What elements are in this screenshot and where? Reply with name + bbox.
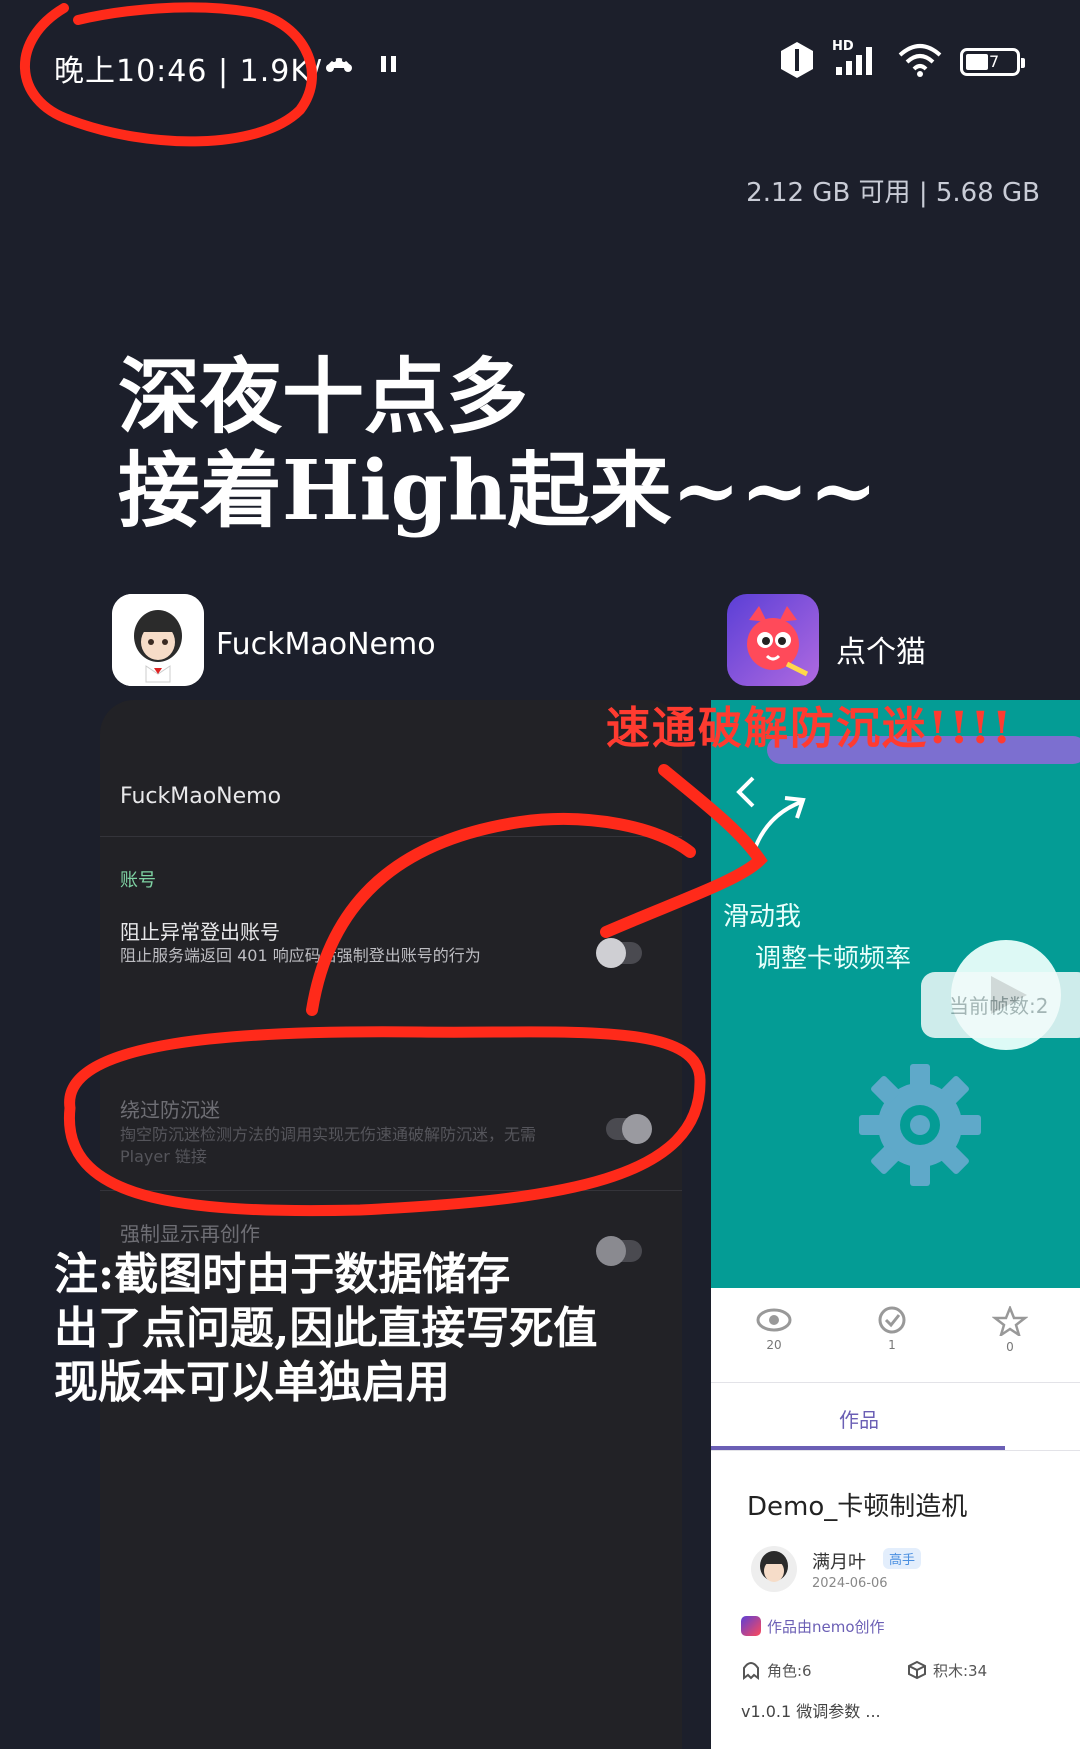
author-level-badge: 高手	[883, 1548, 922, 1569]
favorites-stat[interactable]: 0	[985, 1304, 1035, 1354]
game-preview-area[interactable]: 滑动我 调整卡顿频率 当前帧数:2	[711, 700, 1080, 1288]
pause-icon	[380, 54, 398, 78]
section-account-header: 账号	[120, 870, 156, 891]
views-stat[interactable]: 20	[749, 1306, 799, 1352]
hint-line-2: 调整卡顿频率	[755, 944, 912, 974]
tab-works[interactable]: 作品	[839, 1404, 879, 1433]
status-icons: HD 7	[780, 39, 1025, 83]
fuckmaonemo-app-icon[interactable]	[112, 594, 204, 686]
bypass-antiaddiction-title: 绕过防沉迷	[120, 1098, 220, 1122]
fuckmaonemo-task-card[interactable]: FuckMaoNemo 账号 阻止异常登出账号 阻止服务端返回 401 响应码后…	[100, 700, 682, 1749]
note-line-3: 现版本可以单独启用	[54, 1357, 450, 1408]
divider	[711, 1382, 1080, 1383]
diangemao-app-name: 点个猫	[836, 635, 926, 670]
signal-icon: HD	[832, 39, 880, 81]
settings-title: FuckMaoNemo	[120, 784, 282, 809]
created-by-nemo: 作品由nemo创作	[767, 1618, 885, 1636]
fps-bubble: 当前帧数:2	[921, 972, 1080, 1038]
block-logout-desc: 阻止服务端返回 401 响应码后强制登出账号的行为	[120, 946, 481, 965]
divider	[100, 1190, 682, 1191]
blocks-count: 积木:34	[933, 1662, 988, 1680]
annotation-note: 注:截图时由于数据储存 出了点问题,因此直接写死值 现版本可以单独启用	[54, 1248, 597, 1410]
annotation-title: 速通破解防沉迷!!!!	[606, 703, 1014, 754]
divider	[711, 1450, 1080, 1451]
shield-icon	[780, 41, 814, 83]
notification-icon	[322, 48, 356, 78]
wifi-icon	[898, 43, 942, 81]
roles-icon	[741, 1660, 761, 1684]
version-note: v1.0.1 微调参数 ...	[741, 1702, 881, 1721]
nemo-icon	[741, 1616, 761, 1636]
roles-count: 角色:6	[767, 1662, 812, 1680]
bypass-antiaddiction-desc: 掏空防沉迷检测方法的调用实现无伤速通破解防沉迷，无需 Player 链接	[120, 1125, 537, 1166]
publish-date: 2024-06-06	[812, 1576, 888, 1591]
status-time-speed: 晚上10:46 | 1.9K/	[54, 54, 323, 89]
diangemao-task-card[interactable]: 滑动我 调整卡顿频率 当前帧数:2 20 1 0 作品 Demo_卡顿制造机 满…	[711, 700, 1080, 1749]
divider	[100, 836, 682, 837]
caption-line-1: 深夜十点多	[118, 349, 529, 445]
likes-stat[interactable]: 1	[867, 1306, 917, 1352]
note-line-1: 注:截图时由于数据储存	[54, 1249, 511, 1300]
caption-line-2: 接着High起来~~~	[118, 443, 878, 539]
swipe-arrow-icon	[745, 792, 815, 866]
force-show-remix-title: 强制显示再创作	[120, 1222, 260, 1246]
hint-line-1: 滑动我	[723, 902, 802, 932]
note-line-2: 出了点问题,因此直接写死值	[54, 1303, 598, 1354]
memory-info: 2.12 GB 可用 | 5.68 GB	[746, 178, 1040, 208]
bypass-antiaddiction-toggle[interactable]	[606, 1114, 652, 1144]
gear-icon[interactable]	[855, 1060, 985, 1194]
block-logout-title: 阻止异常登出账号	[120, 920, 280, 944]
author-name[interactable]: 满月叶	[812, 1548, 866, 1574]
battery-icon: 7	[960, 48, 1025, 76]
diangemao-app-icon[interactable]	[727, 594, 819, 686]
work-title: Demo_卡顿制造机	[747, 1492, 968, 1522]
stats-row: 20 1 0	[711, 1288, 1080, 1380]
block-logout-toggle[interactable]	[596, 938, 642, 968]
force-show-remix-toggle[interactable]	[596, 1236, 642, 1266]
blocks-icon	[907, 1660, 927, 1684]
author-avatar[interactable]	[751, 1546, 797, 1592]
section-2-header: ...	[120, 1040, 138, 1061]
fuckmaonemo-app-name: FuckMaoNemo	[216, 627, 436, 662]
caption-text: 深夜十点多 接着High起来~~~	[118, 350, 878, 538]
